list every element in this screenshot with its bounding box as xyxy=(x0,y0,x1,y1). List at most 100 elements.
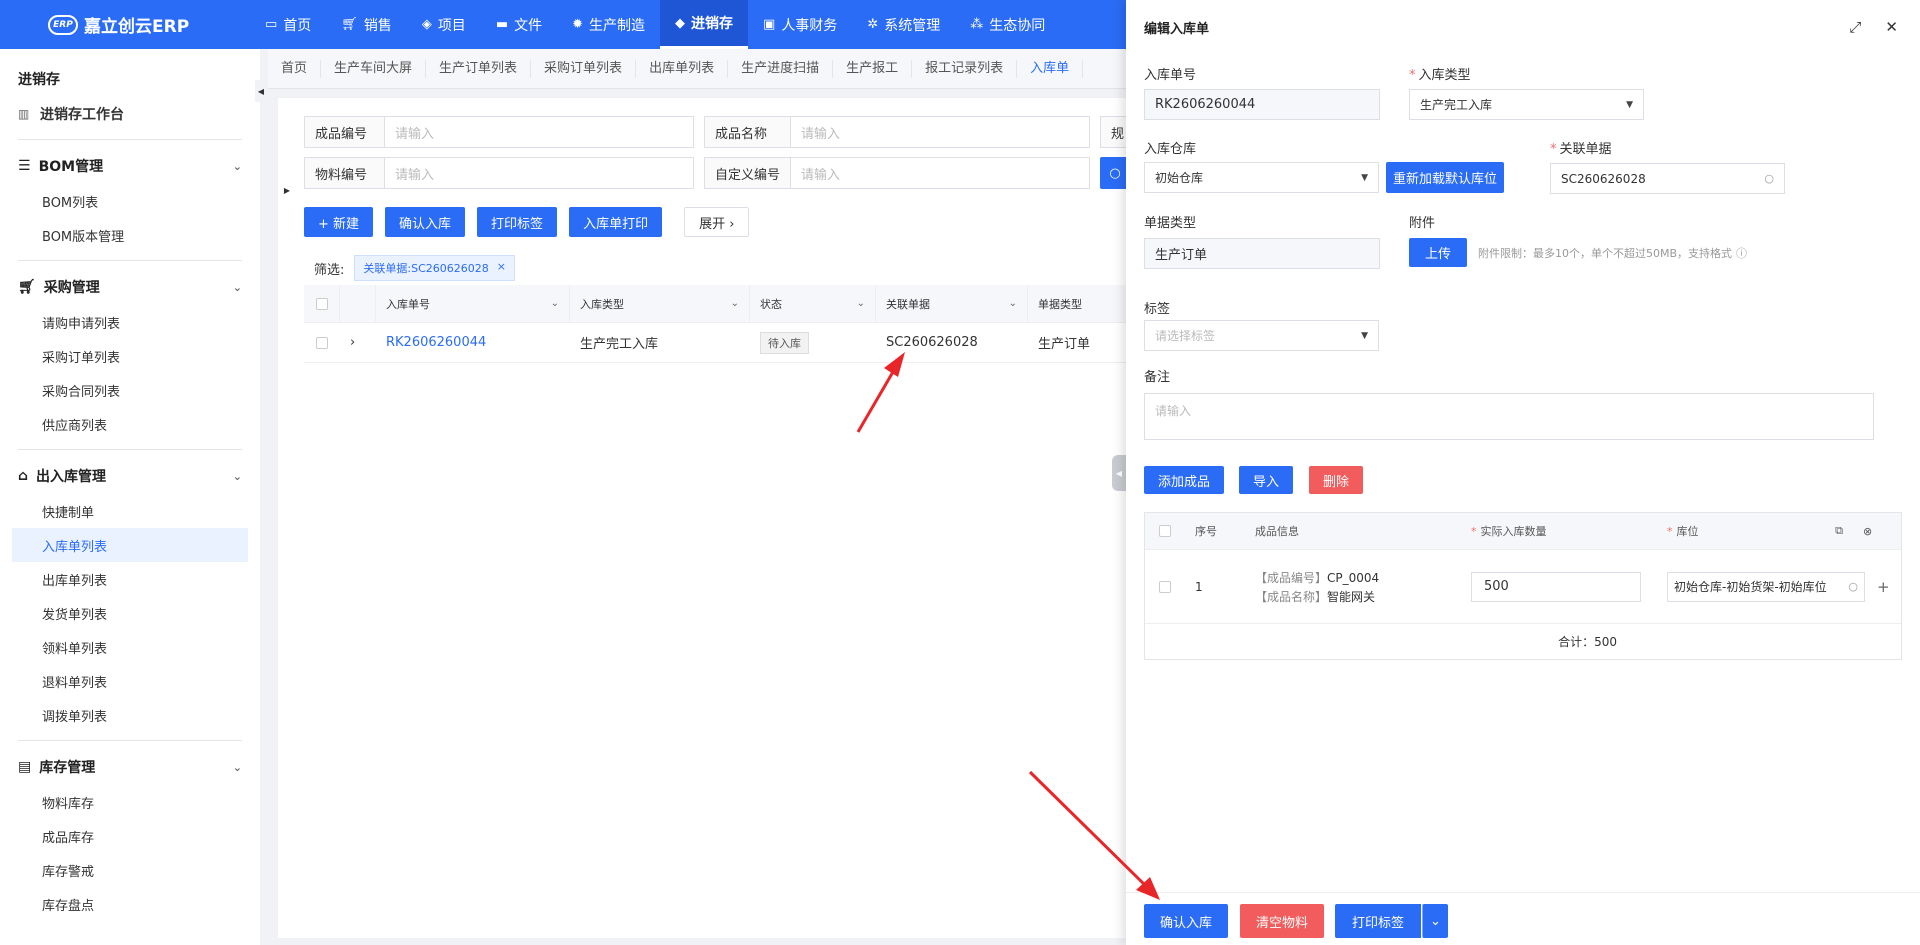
table-row[interactable]: › RK2606260044 生产完工入库 待入库 SC260626028 生产… xyxy=(304,323,1128,363)
search-icon[interactable]: ○ xyxy=(1764,172,1774,185)
nav-manufacturing[interactable]: ✹ 生产制造 xyxy=(557,0,660,49)
info-icon[interactable]: ⓘ xyxy=(1736,245,1747,261)
expand-icon[interactable]: ⤢ xyxy=(1849,18,1861,36)
nav-project[interactable]: ◈ 项目 xyxy=(407,0,481,49)
sidebar-item-purchase-contracts[interactable]: 采购合同列表 xyxy=(0,373,260,407)
sidebar-item-bom-version[interactable]: BOM版本管理 xyxy=(0,218,260,252)
tab-inbound[interactable]: 入库单 xyxy=(1017,59,1084,78)
sidebar-group-bom[interactable]: ☰ BOM管理 ⌄ xyxy=(0,148,260,184)
drawer-handle-icon[interactable]: ◀ xyxy=(1112,455,1126,491)
sidebar-item-stock-alert[interactable]: 库存警戒 xyxy=(0,853,260,887)
confirm-inbound-footer-button[interactable]: 确认入库 xyxy=(1144,904,1228,938)
sidebar-group-stock[interactable]: ▤ 库存管理 ⌄ xyxy=(0,749,260,785)
sidebar-item-suppliers[interactable]: 供应商列表 xyxy=(0,407,260,441)
upload-button[interactable]: 上传 xyxy=(1409,238,1467,267)
nav-system[interactable]: ✲ 系统管理 xyxy=(852,0,955,49)
sidebar-item-product-stock[interactable]: 成品库存 xyxy=(0,819,260,853)
select-value: 初始仓库 xyxy=(1155,171,1204,185)
col-doc-type[interactable]: 单据类型 xyxy=(1028,285,1128,322)
settings-col: ⊗ xyxy=(1853,513,1901,549)
sidebar-item-material-stock[interactable]: 物料库存 xyxy=(0,785,260,819)
select-all-checkbox[interactable] xyxy=(1159,525,1171,537)
new-button[interactable]: + 新建 xyxy=(304,207,374,237)
sidebar-item-picking-list[interactable]: 领料单列表 xyxy=(0,630,260,664)
import-button[interactable]: 导入 xyxy=(1239,466,1294,494)
app-logo[interactable]: ERP 嘉立创云ERP xyxy=(0,12,250,37)
nav-inventory[interactable]: ◆ 进销存 xyxy=(660,0,749,49)
expand-row-icon[interactable]: › xyxy=(340,323,376,362)
tab-outbound-list[interactable]: 出库单列表 xyxy=(636,59,729,78)
print-label-button[interactable]: 打印标签 xyxy=(477,207,558,237)
col-inbound-type[interactable]: 入库类型 ⌄ xyxy=(570,285,750,322)
col-related[interactable]: 关联单据 ⌄ xyxy=(876,285,1028,322)
inbound-type-select[interactable]: 生产完工入库 ▼ xyxy=(1409,89,1644,120)
tag-select[interactable]: 请选择标签 ▼ xyxy=(1144,320,1379,351)
nav-ecosystem[interactable]: ⁂ 生态协同 xyxy=(955,0,1060,49)
sidebar-item-shipment-list[interactable]: 发货单列表 xyxy=(0,596,260,630)
tab-report-records[interactable]: 报工记录列表 xyxy=(912,59,1018,78)
warehouse-select[interactable]: 初始仓库 ▼ xyxy=(1144,162,1379,193)
add-row-icon[interactable]: + xyxy=(1877,550,1901,623)
tab-work-report[interactable]: 生产报工 xyxy=(833,59,913,78)
location-input[interactable]: 初始仓库-初始货架-初始库位 ○ xyxy=(1667,571,1865,602)
tab-home[interactable]: 首页 xyxy=(268,59,322,78)
clear-materials-button[interactable]: 清空物料 xyxy=(1240,904,1324,938)
copy-icon[interactable]: ⧉ xyxy=(1835,524,1843,538)
confirm-inbound-button[interactable]: 确认入库 xyxy=(385,207,466,237)
sidebar-item-transfer-list[interactable]: 调拨单列表 xyxy=(0,698,260,732)
sidebar-item-return-list[interactable]: 退料单列表 xyxy=(0,664,260,698)
filter-collapse-icon[interactable]: ▶ xyxy=(282,180,292,200)
print-label-footer-button[interactable]: 打印标签 xyxy=(1335,904,1421,938)
sidebar-item-requisition[interactable]: 请购申请列表 xyxy=(0,305,260,339)
product-name-input[interactable]: 请输入 xyxy=(790,116,1090,148)
sidebar-group-inout[interactable]: ⌂ 出入库管理 ⌄ xyxy=(0,458,260,494)
related-input[interactable]: SC260626028 ○ xyxy=(1550,163,1785,194)
settings-icon[interactable]: ⊗ xyxy=(1863,525,1872,538)
select-all-checkbox[interactable] xyxy=(315,297,328,310)
nav-sales[interactable]: 🛒︎ 销售 xyxy=(326,0,407,49)
nav-home[interactable]: ▭ 首页 xyxy=(250,0,326,49)
expand-button[interactable]: 展开 › xyxy=(684,207,750,237)
reload-location-button[interactable]: 重新加载默认库位 xyxy=(1386,162,1504,193)
sidebar-item-quick-order[interactable]: 快捷制单 xyxy=(0,494,260,528)
table-row: 1 【成品编号】CP_0004 【成品名称】智能网关 500 初始仓库-初始货架… xyxy=(1145,549,1901,623)
tab-production-orders[interactable]: 生产订单列表 xyxy=(426,59,532,78)
add-product-button[interactable]: 添加成品 xyxy=(1144,466,1225,494)
product-table: 序号 成品信息 * 实际入库数量 * 库位 ⧉ ⊗ 1 【成品编号】CP_0004 【… xyxy=(1144,512,1902,660)
filter-chip[interactable]: 关联单据:SC260626028 × xyxy=(354,255,515,281)
sidebar-group-purchase[interactable]: 🛒︎ 采购管理 ⌄ xyxy=(0,269,260,305)
cell-inbound-no[interactable]: RK2606260044 xyxy=(376,323,570,362)
sidebar-item-workbench[interactable]: ▥ 进销存工作台 xyxy=(0,97,260,131)
tab-workshop-screen[interactable]: 生产车间大屏 xyxy=(321,59,427,78)
sidebar-item-purchase-orders[interactable]: 采购订单列表 xyxy=(0,339,260,373)
delete-button[interactable]: 删除 xyxy=(1309,466,1364,494)
material-code-input[interactable]: 请输入 xyxy=(384,157,694,189)
tab-purchase-orders[interactable]: 采购订单列表 xyxy=(531,59,637,78)
remark-textarea[interactable]: 请输入 xyxy=(1144,393,1874,440)
close-icon[interactable]: × xyxy=(497,260,506,276)
settings-icon: ✲ xyxy=(867,17,879,32)
search-icon[interactable]: ○ xyxy=(1848,580,1858,593)
sidebar-item-bom-list[interactable]: BOM列表 xyxy=(0,184,260,218)
print-dropdown-chevron-icon[interactable]: ⌄ xyxy=(1422,904,1448,938)
sidebar-item-inbound-list[interactable]: 入库单列表 xyxy=(12,528,248,562)
qty-input[interactable]: 500 xyxy=(1471,571,1641,602)
nav-files[interactable]: ▬ 文件 xyxy=(481,0,557,49)
print-inbound-button[interactable]: 入库单打印 xyxy=(569,207,663,237)
custom-code-input[interactable]: 请输入 xyxy=(790,157,1090,189)
sidebar-collapse-icon[interactable]: ◀ xyxy=(255,80,267,102)
row-checkbox[interactable] xyxy=(316,336,328,349)
inbound-no-link[interactable]: RK2606260044 xyxy=(386,335,486,350)
close-icon[interactable]: ✕ xyxy=(1885,18,1898,36)
product-code-input[interactable]: 请输入 xyxy=(384,116,694,148)
sidebar-item-stocktake[interactable]: 库存盘点 xyxy=(0,887,260,921)
tab-progress-scan[interactable]: 生产进度扫描 xyxy=(728,59,834,78)
app-name: 嘉立创云ERP xyxy=(84,17,190,37)
nav-label: 生态协同 xyxy=(989,17,1046,34)
row-checkbox[interactable] xyxy=(1159,580,1171,593)
col-status[interactable]: 状态 ⌄ xyxy=(750,285,876,322)
col-inbound-no[interactable]: 入库单号 ⌄ xyxy=(376,285,570,322)
sidebar-item-outbound-list[interactable]: 出库单列表 xyxy=(0,562,260,596)
nav-hr-finance[interactable]: ▣ 人事财务 xyxy=(748,0,852,49)
chevron-down-icon: ⌄ xyxy=(1008,298,1017,309)
